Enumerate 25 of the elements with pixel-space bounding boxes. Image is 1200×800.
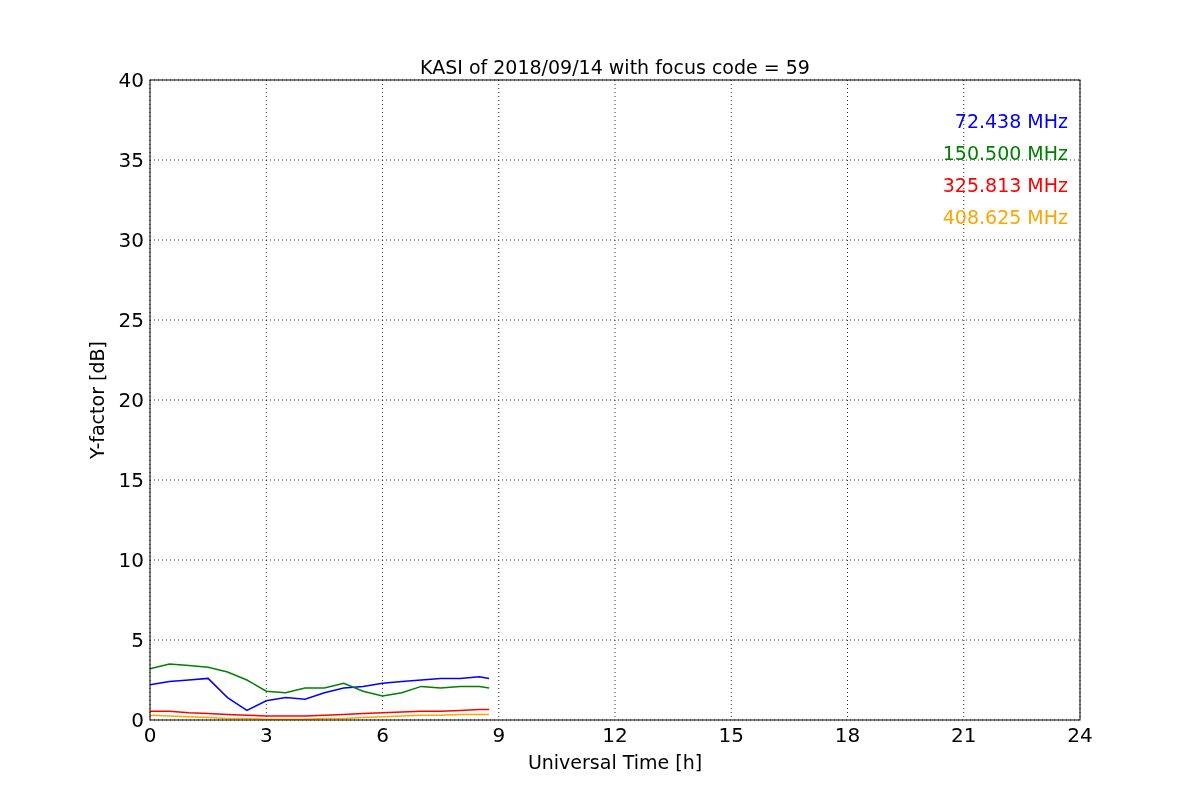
x-tick-label: 18 bbox=[834, 723, 861, 747]
x-tick-label: 3 bbox=[259, 723, 273, 747]
y-axis-label: Y-factor [dB] bbox=[86, 341, 108, 459]
y-tick-label: 15 bbox=[118, 468, 144, 492]
x-tick-label: 6 bbox=[376, 723, 389, 747]
x-tick-label: 12 bbox=[602, 723, 628, 747]
y-tick-label: 25 bbox=[118, 308, 144, 332]
legend-label: 150.500 MHz bbox=[942, 142, 1068, 164]
y-tick-label: 5 bbox=[131, 628, 144, 652]
y-tick-label: 35 bbox=[118, 148, 144, 172]
x-tick-label: 15 bbox=[718, 723, 744, 747]
x-tick-label: 9 bbox=[492, 723, 506, 747]
x-tick-label: 21 bbox=[951, 723, 977, 747]
x-tick-label: 0 bbox=[143, 723, 157, 747]
legend-label: 325.813 MHz bbox=[942, 174, 1068, 196]
y-tick-label: 30 bbox=[118, 228, 144, 252]
y-tick-label: 20 bbox=[118, 388, 144, 412]
x-tick-label: 24 bbox=[1067, 723, 1093, 747]
legend-label: 72.438 MHz bbox=[954, 110, 1068, 132]
legend-label: 408.625 MHz bbox=[942, 206, 1068, 228]
chart-title: KASI of 2018/09/14 with focus code = 59 bbox=[420, 56, 810, 78]
y-tick-label: 10 bbox=[118, 548, 144, 572]
y-tick-label: 40 bbox=[118, 68, 144, 92]
y-tick-label: 0 bbox=[131, 708, 144, 732]
x-axis-label: Universal Time [h] bbox=[527, 751, 703, 773]
